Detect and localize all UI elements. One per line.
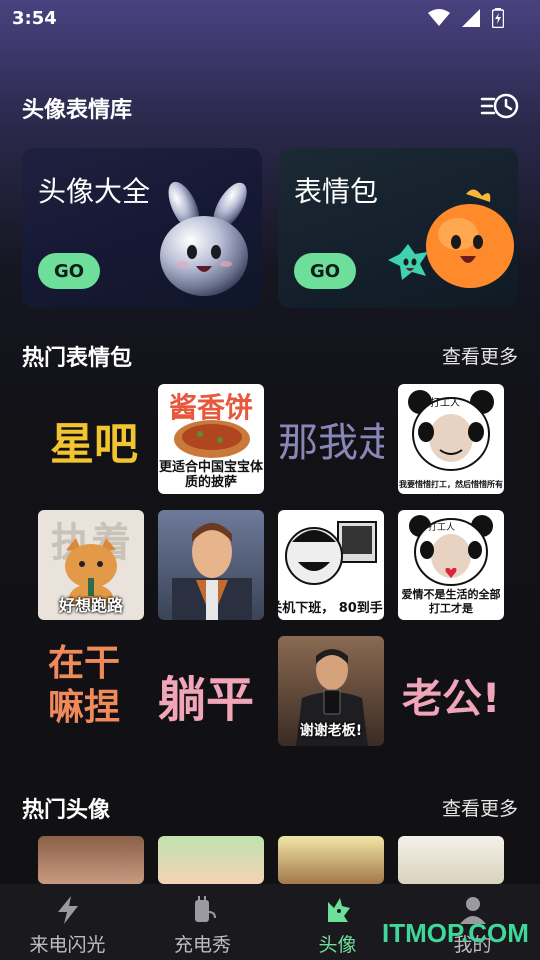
bunny-mascot-icon <box>160 181 248 296</box>
sticker-caption: 谢谢老板! <box>299 723 363 739</box>
sticker-badge: 打工人 <box>430 398 460 409</box>
cartoon-man-image <box>172 523 252 620</box>
go-button[interactable]: GO <box>38 253 100 289</box>
avatar-tile[interactable] <box>398 836 504 884</box>
battery-icon <box>492 8 504 28</box>
sticker-text: 那我走 <box>278 420 384 466</box>
signal-icon <box>462 9 480 27</box>
avatar-icon <box>327 898 350 922</box>
sticker-text: 躺平 <box>158 672 255 728</box>
sticker-tile[interactable]: 谢谢老板! <box>278 636 384 746</box>
pancake-image <box>174 420 250 458</box>
sticker-tile[interactable]: 在干嘛捏 <box>38 636 144 746</box>
tab-label: 充电秀 <box>173 934 231 956</box>
sticker-caption: 好想跑路 <box>58 596 123 615</box>
avatar-tile[interactable] <box>158 836 264 884</box>
sticker-tile[interactable]: 酱香饼 更适合中国宝宝体质的披萨 <box>158 384 264 494</box>
watermark: ITMOP.COM <box>382 918 529 948</box>
avatar-collection-card[interactable]: 头像大全 GO <box>22 148 262 308</box>
meme-face-image <box>285 521 377 585</box>
tab-incoming-call-flash[interactable]: 来电闪光 <box>0 884 135 960</box>
sticker-caption: 关机下班， 80到手 <box>278 601 383 616</box>
sticker-text: 星吧 <box>50 419 138 470</box>
sticker-text: 老公!! <box>402 676 504 722</box>
tab-label: 来电闪光 <box>29 934 106 956</box>
sticker-badge: 打工人 <box>428 523 456 533</box>
sticker-tile[interactable]: 躺平 <box>158 636 264 746</box>
sticker-tile[interactable] <box>158 510 264 620</box>
sticker-tile[interactable]: 那我走 <box>278 384 384 494</box>
sticker-caption: 更适合中国宝宝体质的披萨 <box>158 460 263 490</box>
tab-charging-show[interactable]: 充电秀 <box>135 884 270 960</box>
section-title-hot-avatars: 热门头像 <box>22 798 111 823</box>
blob-mascot-icon <box>388 189 514 288</box>
card-title: 头像大全 <box>38 175 151 208</box>
wifi-icon <box>428 9 450 26</box>
sticker-tile[interactable]: 星吧 <box>38 384 144 494</box>
see-more-avatars-link[interactable]: 查看更多 <box>442 794 518 821</box>
status-icons <box>428 8 504 28</box>
sticker-tile[interactable]: 老公!! <box>398 636 504 746</box>
avatar-tile[interactable] <box>38 836 144 884</box>
go-button[interactable]: GO <box>294 253 356 289</box>
sticker-collection-card[interactable]: 表情包 GO <box>278 148 518 308</box>
sticker-text: 在干嘛捏 <box>48 643 121 728</box>
status-bar: 3:54 <box>0 0 540 38</box>
see-more-stickers-link[interactable]: 查看更多 <box>442 342 518 369</box>
avatar-tile[interactable] <box>278 836 384 884</box>
sticker-tile[interactable]: 打工人 爱情不是生活的全部打工才是 <box>398 510 504 620</box>
sticker-tile[interactable]: 关机下班， 80到手 <box>278 510 384 620</box>
status-time: 3:54 <box>12 8 57 29</box>
history-button[interactable] <box>478 88 522 124</box>
sticker-caption: 我要惜惜打工，然后惜惜所有 <box>399 480 503 489</box>
history-icon <box>480 93 519 119</box>
sticker-tile[interactable]: 打工人 我要惜惜打工，然后惜惜所有 <box>398 384 504 494</box>
lightning-icon <box>57 896 78 924</box>
card-title: 表情包 <box>294 175 379 208</box>
section-title-hot-stickers: 热门表情包 <box>22 346 133 371</box>
page-title: 头像表情库 <box>22 98 133 123</box>
sticker-caption: 爱情不是生活的全部打工才是 <box>401 588 501 615</box>
charger-icon <box>194 896 216 922</box>
sticker-tile[interactable]: 执着 好想跑路 <box>38 510 144 620</box>
